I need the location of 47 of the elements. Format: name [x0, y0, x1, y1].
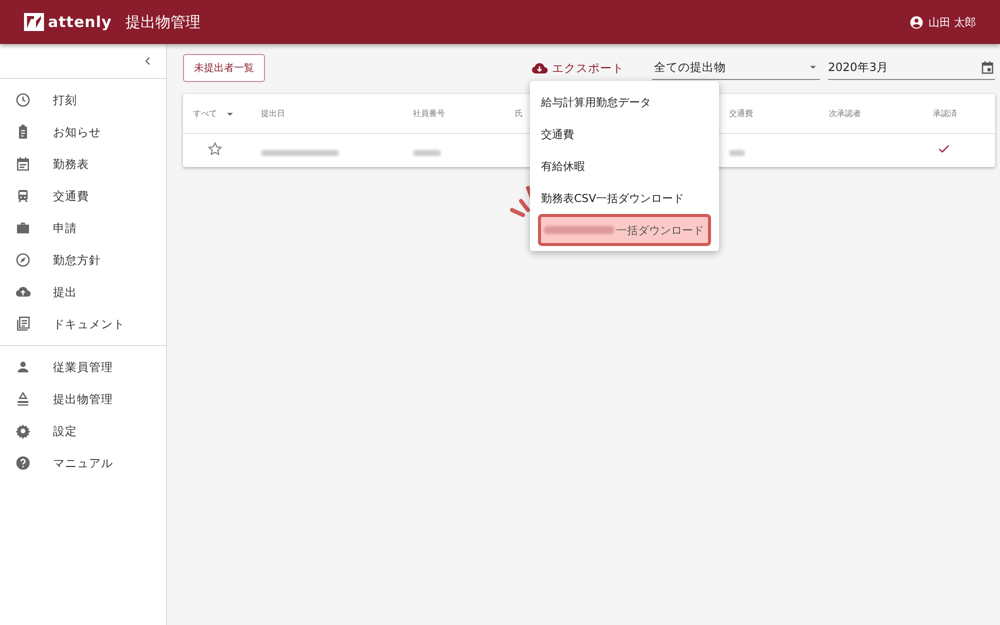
person-icon: [15, 359, 31, 375]
sidebar-item[interactable]: 交通費: [0, 180, 166, 212]
calendar-icon: [15, 156, 31, 172]
sidebar-item[interactable]: マニュアル: [0, 447, 166, 479]
page-title: 提出物管理: [126, 12, 201, 32]
briefcase-icon: [15, 220, 31, 236]
star-icon[interactable]: [207, 140, 223, 156]
calendar-icon: [980, 60, 995, 74]
logo-text: attenly: [48, 13, 112, 31]
logo-icon: [24, 13, 44, 31]
account-icon: [908, 14, 924, 30]
sidebar-item[interactable]: 申請: [0, 212, 166, 244]
star-filter-dropdown[interactable]: すべて: [193, 106, 261, 120]
sidebar-item[interactable]: 設定: [0, 415, 166, 447]
stamp-icon: [15, 391, 31, 407]
settings-icon: [15, 423, 31, 439]
redacted-text: [544, 226, 614, 234]
sidebar-item[interactable]: 提出物管理: [0, 383, 166, 415]
sidebar-item[interactable]: お知らせ: [0, 116, 166, 148]
menu-item[interactable]: 給与計算用勤怠データ: [530, 86, 719, 118]
column-header: 承認済: [933, 108, 958, 119]
column-header: 次承認者: [829, 108, 862, 119]
help-icon: [15, 455, 31, 471]
sidebar-item[interactable]: 打刻: [0, 84, 166, 116]
document-list-icon: [15, 316, 31, 332]
menu-item[interactable]: 勤務表CSV一括ダウンロード: [530, 182, 719, 214]
sidebar-item[interactable]: 勤怠方針: [0, 244, 166, 276]
menu-item[interactable]: 一括ダウンロード: [538, 214, 711, 246]
submission-filter-dropdown[interactable]: 全ての提出物: [652, 56, 820, 80]
sidebar-item[interactable]: 提出: [0, 276, 166, 308]
sidebar-item[interactable]: 従業員管理: [0, 351, 166, 383]
sidebar-item[interactable]: ドキュメント: [0, 308, 166, 340]
column-header: 交通費: [729, 108, 754, 119]
sidebar-item[interactable]: 勤務表: [0, 148, 166, 180]
month-field[interactable]: 2020年3月: [828, 56, 995, 80]
redacted-text: [413, 150, 441, 156]
user-name[interactable]: 山田 太郎: [928, 14, 976, 30]
column-header: 社員番号: [413, 108, 446, 119]
menu-item[interactable]: 交通費: [530, 118, 719, 150]
redacted-text: [729, 150, 745, 156]
unsubmitted-list-button[interactable]: 未提出者一覧: [183, 54, 265, 82]
compass-icon: [15, 252, 31, 268]
menu-item[interactable]: 有給休暇: [530, 150, 719, 182]
column-header: 提出日: [261, 108, 286, 119]
clock-icon: [15, 92, 31, 108]
export-button[interactable]: エクスポート: [525, 58, 630, 78]
column-header: 氏: [515, 108, 524, 119]
